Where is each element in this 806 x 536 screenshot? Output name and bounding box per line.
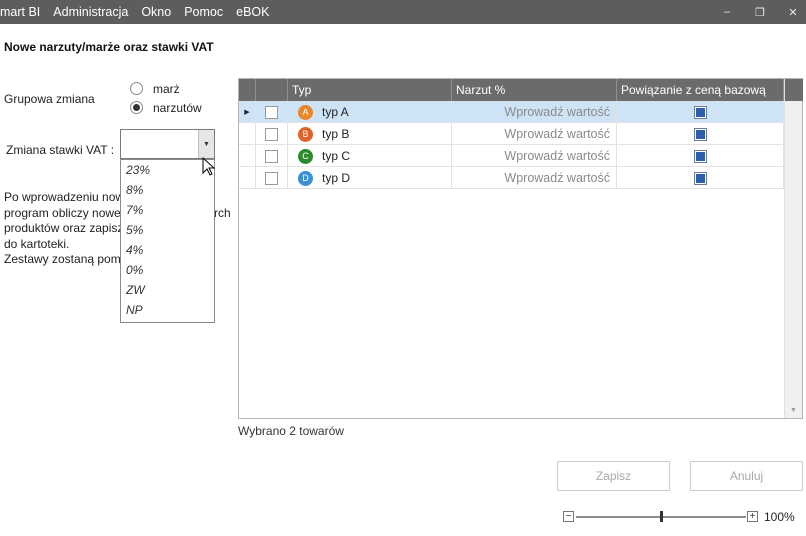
type-label: typ C [322, 149, 351, 163]
row-indicator [239, 123, 256, 145]
products-grid: Typ Narzut % Powiązanie z ceną bazową ▶ A… [238, 78, 803, 419]
zoom-out-button[interactable]: − [563, 511, 574, 522]
markup-input[interactable]: Wprowadź wartość [452, 127, 616, 141]
header-indicator-cell [239, 79, 256, 101]
markup-cell[interactable]: Wprowadź wartość [452, 123, 617, 145]
zoom-level-label: 100% [764, 510, 795, 524]
close-icon: ✕ [788, 6, 798, 19]
vat-option[interactable]: 8% [121, 180, 214, 200]
row-indicator [239, 167, 256, 189]
menu-item-administracja[interactable]: Administracja [47, 0, 135, 24]
minimize-icon: – [723, 6, 731, 18]
type-label: typ B [322, 127, 350, 141]
vertical-scrollbar[interactable]: ▼ [784, 79, 803, 418]
link-cell[interactable] [617, 167, 784, 189]
type-badge-icon: A [298, 104, 313, 120]
zoom-in-button[interactable]: + [747, 511, 758, 522]
vat-option[interactable]: 4% [121, 240, 214, 260]
link-cell[interactable] [617, 123, 784, 145]
row-select-cell[interactable] [256, 101, 288, 123]
type-badge-icon: B [298, 126, 313, 142]
link-base-price-checkbox[interactable] [693, 171, 707, 185]
row-select-cell[interactable] [256, 123, 288, 145]
link-base-price-checkbox[interactable] [693, 105, 707, 119]
markup-cell[interactable]: Wprowadź wartość [452, 145, 617, 167]
group-change-label: Grupowa zmiana [4, 92, 95, 106]
row-indicator [239, 145, 256, 167]
vat-label: Zmiana stawki VAT : [6, 143, 115, 157]
header-markup[interactable]: Narzut % [452, 79, 617, 101]
link-base-price-checkbox[interactable] [693, 127, 707, 141]
radio-narzutow-label[interactable]: narzutów [153, 101, 202, 115]
type-label: typ D [322, 171, 351, 185]
type-cell[interactable]: Ctyp C [288, 145, 452, 167]
header-type[interactable]: Typ [288, 79, 452, 101]
vat-option[interactable]: 23% [121, 160, 214, 180]
restore-icon: ❐ [755, 6, 765, 19]
table-row[interactable]: Btyp B Wprowadź wartość [239, 123, 784, 145]
row-select-cell[interactable] [256, 145, 288, 167]
grid-header: Typ Narzut % Powiązanie z ceną bazową [239, 79, 784, 101]
markup-input[interactable]: Wprowadź wartość [452, 171, 616, 185]
scrollbar-header-corner [785, 79, 803, 101]
vat-option[interactable]: 5% [121, 220, 214, 240]
link-cell[interactable] [617, 145, 784, 167]
row-checkbox[interactable] [265, 149, 278, 163]
scroll-down-icon[interactable]: ▼ [790, 407, 797, 414]
radio-narzutow[interactable] [130, 101, 143, 114]
current-row-arrow-icon: ▶ [244, 109, 250, 116]
dropdown-arrow-button[interactable]: ▼ [198, 130, 214, 158]
page-title: Nowe narzuty/marże oraz stawki VAT [4, 40, 214, 54]
row-indicator: ▶ [239, 101, 256, 123]
vat-option[interactable]: 7% [121, 200, 214, 220]
type-badge-icon: D [298, 170, 313, 186]
vat-combobox[interactable]: ▼ [120, 129, 215, 159]
mouse-cursor-icon [202, 157, 216, 176]
vat-option[interactable]: ZW [121, 280, 214, 300]
markup-cell[interactable]: Wprowadź wartość [452, 167, 617, 189]
menu-item-okno[interactable]: Okno [135, 0, 178, 24]
radio-marz[interactable] [130, 82, 143, 95]
radio-marz-label[interactable]: marż [153, 82, 180, 96]
row-checkbox[interactable] [265, 171, 278, 185]
markup-cell[interactable]: Wprowadź wartość [452, 101, 617, 123]
header-select-cell[interactable] [256, 79, 288, 101]
minimize-button[interactable]: – [712, 0, 742, 24]
link-cell[interactable] [617, 101, 784, 123]
vat-dropdown-list: 23% 8% 7% 5% 4% 0% ZW NP [120, 159, 215, 323]
type-cell[interactable]: Btyp B [288, 123, 452, 145]
type-label: typ A [322, 105, 349, 119]
header-link-base-price[interactable]: Powiązanie z ceną bazową [617, 79, 784, 101]
table-row[interactable]: Dtyp D Wprowadź wartość [239, 167, 784, 189]
close-button[interactable]: ✕ [778, 0, 806, 24]
markup-input[interactable]: Wprowadź wartość [452, 105, 616, 119]
cancel-button[interactable]: Anuluj [690, 461, 803, 491]
save-button[interactable]: Zapisz [557, 461, 670, 491]
vat-option[interactable]: 0% [121, 260, 214, 280]
row-select-cell[interactable] [256, 167, 288, 189]
table-row[interactable]: ▶ Atyp A Wprowadź wartość [239, 101, 784, 123]
row-checkbox[interactable] [265, 127, 278, 141]
selection-info: Wybrano 2 towarów [238, 424, 344, 438]
menu-item-ebok[interactable]: eBOK [230, 0, 276, 24]
row-checkbox[interactable] [265, 105, 278, 119]
description-overflow-text: rch [214, 206, 231, 220]
markup-input[interactable]: Wprowadź wartość [452, 149, 616, 163]
menu-item-pomoc[interactable]: Pomoc [178, 0, 230, 24]
menu-item-mart-bi[interactable]: mart BI [0, 0, 47, 24]
link-base-price-checkbox[interactable] [693, 149, 707, 163]
chevron-down-icon: ▼ [203, 140, 210, 148]
type-cell[interactable]: Dtyp D [288, 167, 452, 189]
type-cell[interactable]: Atyp A [288, 101, 452, 123]
vat-option[interactable]: NP [121, 300, 214, 320]
restore-button[interactable]: ❐ [745, 0, 775, 24]
menu-bar: mart BI Administracja Okno Pomoc eBOK [0, 0, 806, 24]
zoom-slider-thumb[interactable] [659, 511, 663, 522]
type-badge-icon: C [298, 148, 313, 164]
table-row[interactable]: Ctyp C Wprowadź wartość [239, 145, 784, 167]
